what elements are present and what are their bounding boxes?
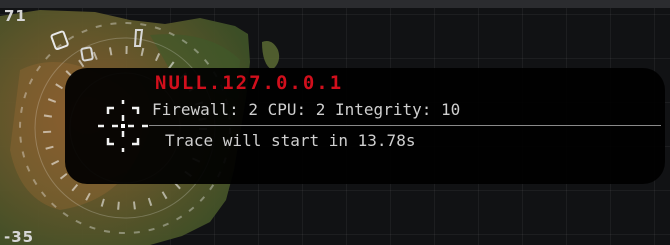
game-viewport: 71 -35 NULL.127.0.0.1 Firewall: 2 CPU: 2… <box>0 0 670 245</box>
target-stats: Firewall: 2 CPU: 2 Integrity: 10 <box>152 100 461 119</box>
trace-countdown: Trace will start in 13.78s <box>165 131 416 150</box>
island <box>262 41 280 70</box>
popup-divider <box>149 125 661 126</box>
target-name: NULL.127.0.0.1 <box>155 72 344 94</box>
map-coordinate-top: 71 <box>4 7 27 25</box>
target-info-popup[interactable]: NULL.127.0.0.1 Firewall: 2 CPU: 2 Integr… <box>65 68 665 184</box>
target-reticle-icon[interactable] <box>95 98 151 154</box>
map-coordinate-bottom: -35 <box>4 228 35 245</box>
